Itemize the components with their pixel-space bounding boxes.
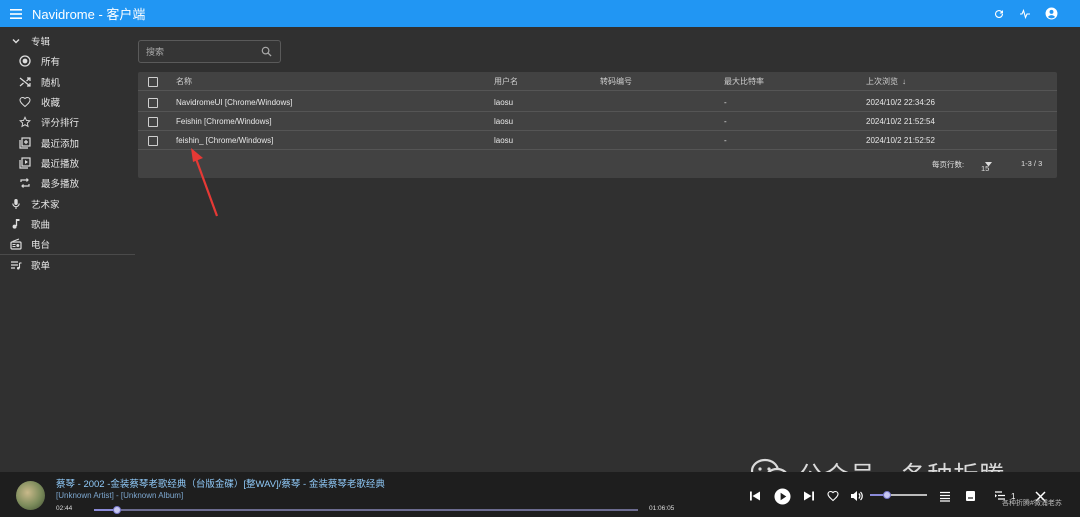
row-checkbox[interactable] xyxy=(148,97,158,108)
library-add-icon xyxy=(18,136,32,150)
account-icon[interactable] xyxy=(1040,3,1062,25)
rows-per-page-label: 每页行数: xyxy=(932,160,965,169)
sidebar-item-label: 电台 xyxy=(31,240,51,252)
sidebar-item-playlists[interactable]: 歌单 xyxy=(0,255,137,275)
rows-per-page-select[interactable]: 15 xyxy=(981,159,992,173)
cell-user: laosu xyxy=(494,136,514,145)
table-row[interactable]: Feishin [Chrome/Windows] laosu - 2024/10… xyxy=(138,112,1057,131)
table-row[interactable]: feishin_ [Chrome/Windows] laosu - 2024/1… xyxy=(138,131,1057,150)
repeat-icon xyxy=(18,176,32,190)
album-cover[interactable] xyxy=(16,481,45,510)
track-title[interactable]: 蔡琴 - 2002 -金装蔡琴老歌经典（台版金碟）[整WAV]/蔡琴 - 金装蔡… xyxy=(56,476,385,490)
volume-handle[interactable] xyxy=(883,491,892,499)
radio-button-icon xyxy=(18,54,32,68)
sidebar-item-recently-added[interactable]: 最近添加 xyxy=(0,132,137,152)
cell-user: laosu xyxy=(494,98,514,107)
cell-last-seen: 2024/10/2 22:34:26 xyxy=(866,98,935,107)
table-pagination: 每页行数: 15 1-3 / 3 xyxy=(138,154,1057,174)
column-header-name[interactable]: 名称 xyxy=(176,72,192,91)
row-checkbox[interactable] xyxy=(148,116,158,127)
sidebar-item-label: 最多播放 xyxy=(41,179,80,191)
progress-handle[interactable] xyxy=(113,506,122,514)
sidebar-item-label: 评分排行 xyxy=(41,118,80,130)
total-time: 01:06:05 xyxy=(649,505,675,512)
library-play-icon xyxy=(18,156,32,170)
sort-arrow-icon: ↓ xyxy=(902,77,906,86)
sidebar-item-label: 最近添加 xyxy=(41,138,80,150)
progress-slider[interactable] xyxy=(94,506,638,514)
row-checkbox[interactable] xyxy=(148,135,158,146)
sidebar-item-label: 艺术家 xyxy=(31,199,60,211)
sidebar: 专辑 所有 随机 收藏 评分排行 最近添加 最近播放 最多播放 艺术家 歌曲 电… xyxy=(0,27,137,472)
volume-slider[interactable] xyxy=(870,491,927,499)
players-table: 名称 用户名 转码编号 最大比特率 上次浏览 ↓ NavidromeUI [Ch… xyxy=(138,72,1057,178)
sidebar-item-recently-played[interactable]: 最近播放 xyxy=(0,153,137,173)
pagination-range: 1-3 / 3 xyxy=(1021,159,1043,168)
sidebar-item-songs[interactable]: 歌曲 xyxy=(0,214,137,234)
cell-last-seen: 2024/10/2 21:52:54 xyxy=(866,117,935,126)
activity-icon[interactable] xyxy=(1014,3,1036,25)
menu-lines-icon[interactable] xyxy=(937,488,953,504)
app-title: Navidrome - 客户端 xyxy=(32,7,146,22)
microphone-icon xyxy=(9,197,23,211)
star-icon xyxy=(18,115,32,129)
search-box xyxy=(138,40,281,63)
sidebar-item-random[interactable]: 随机 xyxy=(0,72,137,92)
previous-track-icon[interactable] xyxy=(747,488,763,504)
shuffle-icon xyxy=(18,75,32,89)
search-icon[interactable] xyxy=(261,46,272,57)
music-note-icon xyxy=(9,217,23,231)
lyrics-icon[interactable] xyxy=(962,488,978,504)
favorite-heart-icon[interactable] xyxy=(825,488,841,504)
chevron-down-icon xyxy=(9,34,23,48)
current-time: 02:44 xyxy=(56,505,73,512)
rows-per-page-value: 15 xyxy=(981,164,990,173)
cell-last-seen: 2024/10/2 21:52:52 xyxy=(866,136,935,145)
sidebar-item-label: 收藏 xyxy=(41,98,61,110)
sidebar-item-artists[interactable]: 艺术家 xyxy=(0,193,137,213)
column-header-max-bitrate[interactable]: 最大比特率 xyxy=(724,72,764,91)
column-header-transcode[interactable]: 转码编号 xyxy=(600,72,632,91)
cell-name: Feishin [Chrome/Windows] xyxy=(176,117,272,126)
play-icon[interactable] xyxy=(773,487,791,505)
heart-icon xyxy=(18,95,32,109)
sidebar-item-label: 专辑 xyxy=(31,37,51,49)
track-artist-album[interactable]: [Unknown Artist] - [Unknown Album] xyxy=(56,491,183,500)
sidebar-item-most-played[interactable]: 最多播放 xyxy=(0,173,137,193)
sidebar-item-label: 所有 xyxy=(41,57,61,69)
sidebar-item-label: 歌单 xyxy=(31,261,51,273)
sidebar-item-all[interactable]: 所有 xyxy=(0,51,137,71)
table-header-row: 名称 用户名 转码编号 最大比特率 上次浏览 ↓ xyxy=(138,72,1057,91)
radio-icon xyxy=(9,237,23,251)
menu-icon[interactable] xyxy=(0,0,32,27)
app-bar: Navidrome - 客户端 xyxy=(0,0,1080,27)
sidebar-item-radio[interactable]: 电台 xyxy=(0,234,137,254)
refresh-icon[interactable] xyxy=(988,3,1010,25)
cell-max-bitrate: - xyxy=(724,98,727,107)
cell-user: laosu xyxy=(494,117,514,126)
sidebar-item-label: 随机 xyxy=(41,77,61,89)
cell-max-bitrate: - xyxy=(724,136,727,145)
volume-icon[interactable] xyxy=(848,488,864,504)
next-track-icon[interactable] xyxy=(801,488,817,504)
table-row[interactable]: NavidromeUI [Chrome/Windows] laosu - 202… xyxy=(138,93,1057,112)
sidebar-item-favorites[interactable]: 收藏 xyxy=(0,92,137,112)
cell-name: NavidromeUI [Chrome/Windows] xyxy=(176,98,293,107)
select-all-checkbox[interactable] xyxy=(148,76,158,87)
playlist-icon xyxy=(9,258,23,272)
column-header-user[interactable]: 用户名 xyxy=(494,72,518,91)
music-player: 蔡琴 - 2002 -金装蔡琴老歌经典（台版金碟）[整WAV]/蔡琴 - 金装蔡… xyxy=(0,472,1080,517)
sidebar-item-label: 最近播放 xyxy=(41,158,80,170)
annotation-arrow-icon xyxy=(191,148,219,217)
sidebar-item-albums[interactable]: 专辑 xyxy=(0,31,137,51)
sidebar-item-label: 歌曲 xyxy=(31,219,51,231)
search-input[interactable] xyxy=(139,46,251,57)
cell-max-bitrate: - xyxy=(724,117,727,126)
column-header-label: 上次浏览 xyxy=(866,77,898,86)
column-header-last-seen[interactable]: 上次浏览 ↓ xyxy=(866,72,906,91)
watermark-caption: 各种折腾#微浦老苏 xyxy=(1002,500,1062,507)
sidebar-item-top-rated[interactable]: 评分排行 xyxy=(0,112,137,132)
